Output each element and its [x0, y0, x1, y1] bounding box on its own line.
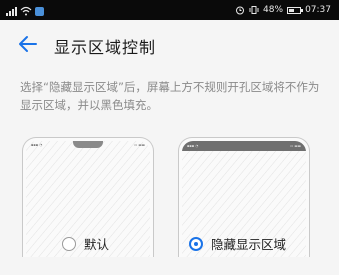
- status-bar: 48% 07:37: [0, 0, 339, 20]
- app-bar: 显示区域控制: [0, 20, 339, 68]
- battery-percentage: 48%: [263, 5, 284, 15]
- page-title: 显示区域控制: [54, 38, 157, 57]
- clock-time: 07:37: [305, 5, 331, 15]
- battery-icon: [287, 6, 304, 14]
- alarm-icon: [236, 6, 245, 15]
- mini-signal-icon: ▪▪▪ ◔: [31, 143, 43, 147]
- option-hide-display-area[interactable]: 隐藏显示区域: [189, 234, 286, 253]
- mini-battery-icon: ▭ ▬▬: [289, 144, 301, 148]
- app-notification-icon: [35, 7, 44, 16]
- option-hide-display-area-label: 隐藏显示区域: [211, 237, 287, 252]
- mini-battery-icon: ▭ ▬▬: [133, 143, 145, 147]
- black-fill-band: ▪▪▪ ◔ ▭ ▬▬: [182, 141, 306, 151]
- mini-signal-icon: ▪▪▪ ◔: [187, 144, 199, 148]
- vibrate-icon: [249, 6, 259, 14]
- wifi-icon: [20, 6, 32, 16]
- description-text: 选择“隐藏显示区域”后，屏幕上方不规则开孔区域将不作为显示区域，并以黑色填充。: [20, 80, 320, 112]
- option-default-label: 默认: [84, 237, 110, 252]
- radio-default[interactable]: [62, 236, 76, 251]
- notch-cutout: [73, 141, 103, 148]
- status-right-icons: 48% 07:37: [235, 4, 331, 16]
- radio-hide-display-area[interactable]: [189, 236, 203, 251]
- back-arrow-icon[interactable]: [16, 32, 40, 56]
- option-default[interactable]: 默认: [62, 234, 109, 253]
- status-left-icons: [6, 4, 44, 16]
- cellular-signal-icon: [6, 7, 17, 16]
